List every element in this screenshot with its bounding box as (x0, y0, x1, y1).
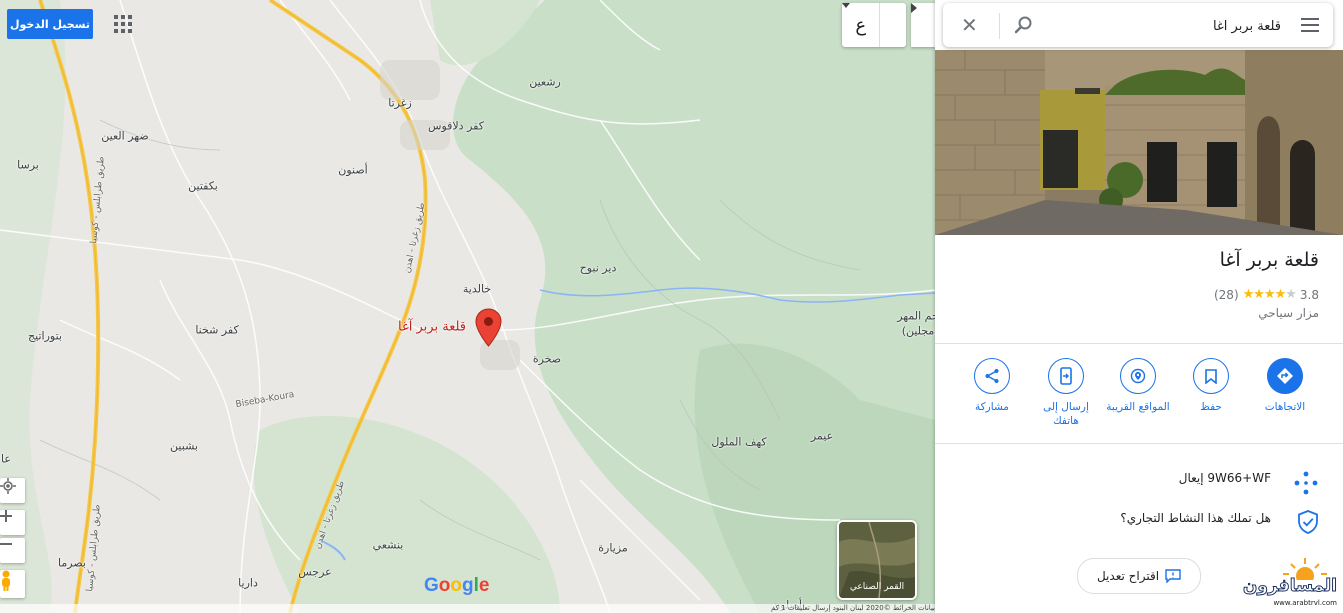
review-count[interactable]: (28) (1214, 288, 1239, 302)
place-title: قلعة بربر آغا (1219, 249, 1319, 271)
map-canvas[interactable]: رشعين زغرتا كفر دلاقوس ضهر العين برسا بك… (0, 0, 935, 613)
suggest-edit-label: اقتراح تعديل (1096, 569, 1160, 583)
suggest-edit-button[interactable]: اقتراح تعديل (1077, 558, 1201, 594)
hamburger-menu-icon[interactable] (1301, 18, 1319, 36)
action-buttons: الاتجاهات حفظ المواقع القريبة إرسال إلى … (935, 358, 1343, 438)
place-label: صخرة (532, 352, 562, 366)
share-button[interactable]: مشاركة (955, 358, 1029, 414)
place-panel: ✕ (935, 0, 1343, 613)
nearby-label: المواقع القريبة (1106, 401, 1170, 413)
place-label: برسا (17, 158, 39, 172)
search-box[interactable]: ✕ (943, 3, 1333, 47)
place-category[interactable]: مزار سياحي (1258, 306, 1319, 320)
satellite-label: القمر الصناعي (849, 582, 905, 592)
apps-grid-icon[interactable] (114, 15, 132, 33)
place-label: جم المهر (897, 309, 935, 323)
place-label: بشبين (170, 439, 198, 453)
nearby-icon (1130, 368, 1146, 384)
share-label: مشاركة (975, 401, 1009, 413)
search-icon[interactable] (1015, 16, 1033, 34)
place-label: عرجس (298, 565, 332, 579)
save-label: حفظ (1200, 401, 1222, 413)
plus-icon (0, 510, 12, 522)
zoom-in-button[interactable] (0, 510, 25, 535)
rating-stars-icon: ★★★★★ (1242, 287, 1297, 302)
chevron-down-icon[interactable] (842, 3, 906, 47)
watermark-url: www.arabtrvl.com (1273, 599, 1337, 607)
search-divider (999, 13, 1000, 39)
place-photo[interactable] (935, 50, 1343, 235)
castle-photo-image (935, 50, 1343, 235)
close-icon[interactable]: ✕ (961, 15, 978, 35)
plus-code-text: 9W66+WF إيعال (1178, 471, 1271, 485)
crosshair-icon (0, 478, 16, 494)
plus-code-icon (1294, 471, 1318, 495)
watermark-logo: المسافرون www.arabtrvl.com (1229, 556, 1341, 610)
place-label: دير نبوح (579, 261, 617, 275)
place-label: داريا (238, 576, 258, 590)
send-to-phone-label: إرسال إلى هاتفك (1043, 401, 1089, 427)
satellite-toggle[interactable]: القمر الصناعي (837, 520, 917, 600)
watermark-brand: المسافرون (1242, 576, 1337, 597)
verified-shield-icon (1298, 510, 1318, 534)
nearby-button[interactable]: المواقع القريبة (1101, 358, 1175, 414)
arrow-right-icon (911, 3, 917, 13)
rating-value: 3.8 (1299, 287, 1319, 302)
language-selector[interactable]: ع (842, 3, 906, 47)
place-label: بكفتين (188, 179, 218, 193)
place-label: كفر شخنا (195, 323, 239, 337)
place-label: عيمر (810, 429, 834, 443)
collapse-panel-button[interactable] (911, 3, 935, 47)
pin-label[interactable]: قلعة بربر آغا (398, 320, 466, 335)
place-label: زغرتا (388, 96, 412, 110)
bookmark-icon (1205, 368, 1217, 384)
save-button[interactable]: حفظ (1174, 358, 1248, 414)
place-label: خالدية (462, 282, 492, 296)
directions-label: الاتجاهات (1264, 401, 1306, 413)
place-label: أصنون (338, 163, 368, 177)
place-label: رشعين (529, 75, 561, 89)
search-input[interactable] (1079, 13, 1283, 39)
place-label: ضهر العين (101, 129, 149, 143)
claim-business-text: هل تملك هذا النشاط التجاري؟ (1120, 511, 1271, 525)
send-to-phone-icon (1060, 367, 1072, 385)
language-label: ع (855, 14, 867, 36)
location-pin-icon[interactable] (475, 308, 502, 348)
map-terrain (0, 0, 935, 613)
directions-button[interactable]: الاتجاهات (1248, 358, 1322, 414)
feedback-icon (1165, 569, 1181, 583)
claim-business-row[interactable]: هل تملك هذا النشاط التجاري؟ (935, 505, 1343, 535)
divider (935, 343, 1343, 344)
place-label: مجلين) (901, 324, 935, 338)
place-label: بصرما (58, 556, 86, 570)
zoom-out-button[interactable] (0, 538, 25, 563)
place-label: كهف الملول (711, 435, 767, 449)
login-button[interactable]: تسجيل الدخول (7, 9, 93, 39)
place-label: بنشعي (372, 538, 404, 552)
street-view-pegman[interactable] (0, 570, 25, 598)
divider (935, 443, 1343, 444)
send-to-phone-button[interactable]: إرسال إلى هاتفك (1029, 358, 1103, 428)
place-label: مزيارة (598, 541, 628, 555)
place-label: بتوراتيج (28, 329, 62, 343)
my-location-button[interactable] (0, 478, 25, 503)
plus-code-row[interactable]: 9W66+WF إيعال (935, 465, 1343, 495)
share-icon (985, 369, 999, 383)
pegman-icon (2, 570, 10, 591)
directions-icon (1277, 368, 1293, 384)
place-label: عا (1, 452, 11, 466)
minus-icon (0, 543, 12, 545)
map-footer: بيانات الخرائط ©2020 لبنان البنود إرسال … (0, 604, 935, 613)
place-rating: 3.8 ★★★★★ (28) (1214, 287, 1319, 302)
place-label: كفر دلاقوس (428, 119, 484, 133)
google-logo: Google (424, 575, 490, 596)
